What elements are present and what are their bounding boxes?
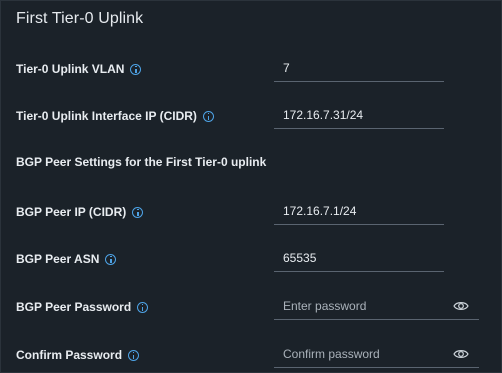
uplink-vlan-input[interactable] — [283, 61, 443, 75]
section-title: First Tier-0 Uplink — [16, 10, 144, 27]
uplink-vlan-label-wrap: Tier-0 Uplink VLAN — [16, 62, 142, 76]
bgp-peer-ip-input[interactable] — [283, 204, 443, 218]
bgp-subheader: BGP Peer Settings for the First Tier-0 u… — [16, 155, 267, 169]
bgp-peer-password-label: BGP Peer Password — [16, 300, 132, 314]
uplink-vlan-field[interactable] — [274, 57, 444, 82]
info-icon[interactable] — [130, 63, 142, 75]
bgp-peer-password-label-wrap: BGP Peer Password — [16, 300, 149, 314]
bgp-peer-asn-field[interactable] — [274, 247, 444, 272]
uplink-ip-label-wrap: Tier-0 Uplink Interface IP (CIDR) — [16, 109, 214, 123]
confirm-password-label-wrap: Confirm Password — [16, 348, 140, 362]
bgp-peer-password-field[interactable] — [274, 295, 479, 320]
eye-icon[interactable] — [453, 348, 469, 360]
uplink-vlan-row: Tier-0 Uplink VLAN — [16, 57, 501, 83]
bgp-peer-ip-label: BGP Peer IP (CIDR) — [16, 205, 127, 219]
uplink-ip-label: Tier-0 Uplink Interface IP (CIDR) — [16, 109, 197, 123]
eye-icon[interactable] — [453, 300, 469, 312]
bgp-peer-ip-label-wrap: BGP Peer IP (CIDR) — [16, 205, 144, 219]
confirm-password-field[interactable] — [274, 343, 479, 368]
info-icon[interactable] — [128, 349, 140, 361]
confirm-password-input[interactable] — [283, 347, 443, 361]
bgp-peer-password-row: BGP Peer Password — [16, 295, 501, 321]
bgp-peer-ip-field[interactable] — [274, 200, 444, 225]
info-icon[interactable] — [137, 301, 149, 313]
uplink-vlan-label: Tier-0 Uplink VLAN — [16, 62, 125, 76]
bgp-peer-password-input[interactable] — [283, 299, 443, 313]
tier0-uplink-panel: First Tier-0 Uplink Tier-0 Uplink VLAN T… — [0, 0, 502, 373]
bgp-peer-asn-label-wrap: BGP Peer ASN — [16, 252, 117, 266]
uplink-ip-field[interactable] — [274, 104, 444, 129]
uplink-ip-input[interactable] — [283, 108, 443, 122]
info-icon[interactable] — [202, 110, 214, 122]
confirm-password-label: Confirm Password — [16, 348, 123, 362]
uplink-ip-row: Tier-0 Uplink Interface IP (CIDR) — [16, 104, 501, 130]
bgp-peer-asn-input[interactable] — [283, 251, 443, 265]
bgp-peer-asn-row: BGP Peer ASN — [16, 247, 501, 273]
info-icon[interactable] — [105, 253, 117, 265]
bgp-peer-asn-label: BGP Peer ASN — [16, 252, 100, 266]
confirm-password-row: Confirm Password — [16, 343, 501, 369]
info-icon[interactable] — [132, 206, 144, 218]
bgp-peer-ip-row: BGP Peer IP (CIDR) — [16, 200, 501, 226]
